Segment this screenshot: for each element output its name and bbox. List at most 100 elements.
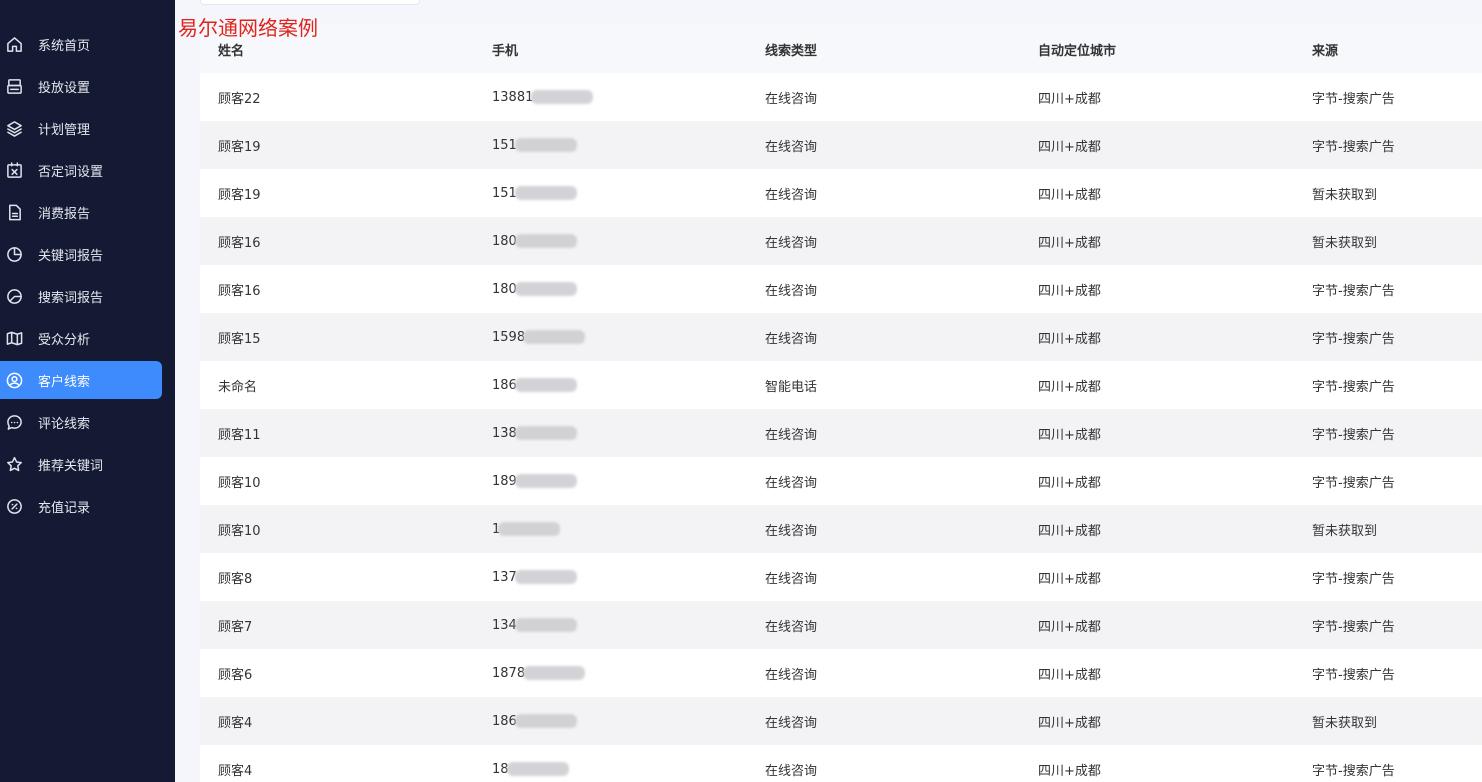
table-row[interactable]: 顾客15 1598 在线咨询 四川+成都 字节-搜索广告: [200, 313, 1482, 362]
phone-redaction-blur: [514, 570, 577, 584]
table-row[interactable]: 顾客11 138 在线咨询 四川+成都 字节-搜索广告: [200, 409, 1482, 458]
table-row[interactable]: 未命名 186 智能电话 四川+成都 字节-搜索广告: [200, 361, 1482, 410]
cell-phone: 180: [492, 217, 577, 265]
phone-redaction-blur: [514, 234, 577, 248]
sidebar-item-plan-management[interactable]: 计划管理: [0, 109, 162, 147]
phone-text: 180: [492, 281, 517, 297]
sidebar-item-label: 受众分析: [38, 332, 91, 348]
cell-phone: 1598: [492, 313, 586, 361]
table-row[interactable]: 顾客16 180 在线咨询 四川+成都 暂未获取到: [200, 217, 1482, 266]
map-icon: [5, 329, 23, 347]
home-icon: [5, 35, 23, 53]
sidebar-item-label: 客户线索: [38, 374, 91, 390]
cell-city: 四川+成都: [1038, 91, 1101, 107]
cell-source: 暂未获取到: [1312, 523, 1378, 539]
cell-lead-type: 在线咨询: [765, 283, 818, 299]
phone-redaction-blur: [514, 378, 577, 392]
cell-city: 四川+成都: [1038, 139, 1101, 155]
cell-phone: 134: [492, 601, 577, 649]
cell-phone: 151: [492, 121, 577, 169]
cell-name: 顾客10: [218, 523, 261, 539]
cell-lead-type: 在线咨询: [765, 91, 818, 107]
phone-redaction-blur: [506, 762, 569, 776]
sidebar-item-negative-words[interactable]: 否定词设置: [0, 151, 162, 189]
cell-source: 字节-搜索广告: [1312, 763, 1395, 779]
cell-name: 顾客19: [218, 139, 261, 155]
table-row[interactable]: 顾客7 134 在线咨询 四川+成都 字节-搜索广告: [200, 601, 1482, 650]
cell-source: 字节-搜索广告: [1312, 139, 1395, 155]
cell-source: 暂未获取到: [1312, 187, 1378, 203]
sidebar-item-delivery-settings[interactable]: 投放设置: [0, 67, 162, 105]
cell-name: 顾客22: [218, 91, 261, 107]
cell-source: 字节-搜索广告: [1312, 379, 1395, 395]
sidebar-item-label: 搜索词报告: [38, 290, 104, 306]
cell-name: 顾客11: [218, 427, 261, 443]
sidebar-item-customer-leads[interactable]: 客户线索: [0, 361, 162, 399]
layers-icon: [5, 119, 23, 137]
search-input[interactable]: [200, 0, 420, 5]
table-row[interactable]: 顾客22 13881 在线咨询 四川+成都 字节-搜索广告: [200, 73, 1482, 122]
phone-redaction-blur: [514, 714, 577, 728]
sidebar-item-comment-leads[interactable]: 评论线索: [0, 403, 162, 441]
cell-name: 顾客4: [218, 763, 253, 779]
header-city[interactable]: 自动定位城市: [1038, 25, 1116, 73]
cell-name: 顾客4: [218, 715, 253, 731]
sidebar-item-spend-report[interactable]: 消费报告: [0, 193, 162, 231]
cell-name: 顾客10: [218, 475, 261, 491]
cell-lead-type: 在线咨询: [765, 571, 818, 587]
cell-phone: 151: [492, 169, 577, 217]
cell-lead-type: 在线咨询: [765, 139, 818, 155]
table-row[interactable]: 顾客19 151 在线咨询 四川+成都 字节-搜索广告: [200, 121, 1482, 170]
sidebar-item-keyword-report[interactable]: 关键词报告: [0, 235, 162, 273]
cell-lead-type: 在线咨询: [765, 475, 818, 491]
phone-redaction-blur: [514, 282, 577, 296]
table-row[interactable]: 顾客10 1 在线咨询 四川+成都 暂未获取到: [200, 505, 1482, 554]
header-source[interactable]: 来源: [1312, 25, 1338, 73]
cell-city: 四川+成都: [1038, 715, 1101, 731]
calendar-x-icon: [5, 161, 23, 179]
sidebar-item-recharge-records[interactable]: 充值记录: [0, 487, 162, 525]
table-row[interactable]: 顾客6 1878 在线咨询 四川+成都 字节-搜索广告: [200, 649, 1482, 698]
phone-redaction-blur: [523, 666, 586, 680]
sidebar-item-search-term-report[interactable]: 搜索词报告: [0, 277, 162, 315]
cell-phone: 189: [492, 457, 577, 505]
header-lead-type[interactable]: 线索类型: [765, 25, 817, 73]
cell-city: 四川+成都: [1038, 283, 1101, 299]
table-row[interactable]: 顾客19 151 在线咨询 四川+成都 暂未获取到: [200, 169, 1482, 218]
table-row[interactable]: 顾客4 186 在线咨询 四川+成都 暂未获取到: [200, 697, 1482, 746]
cell-city: 四川+成都: [1038, 619, 1101, 635]
sidebar-item-label: 系统首页: [38, 38, 91, 54]
table-row[interactable]: 顾客16 180 在线咨询 四川+成都 字节-搜索广告: [200, 265, 1482, 314]
cell-name: 顾客15: [218, 331, 261, 347]
sidebar-item-recommended-keywords[interactable]: 推荐关键词: [0, 445, 162, 483]
sidebar-item-label: 推荐关键词: [38, 458, 104, 474]
phone-text: 1878: [492, 665, 526, 681]
pie-chart-icon: [5, 245, 23, 263]
cell-name: 顾客16: [218, 283, 261, 299]
cell-lead-type: 在线咨询: [765, 427, 818, 443]
phone-redaction-blur: [514, 426, 577, 440]
comment-icon: [5, 413, 23, 431]
phone-redaction-blur: [498, 522, 561, 536]
cell-name: 顾客16: [218, 235, 261, 251]
sidebar-item-label: 评论线索: [38, 416, 91, 432]
sidebar-item-home[interactable]: 系统首页: [0, 25, 162, 63]
cell-name: 顾客19: [218, 187, 261, 203]
phone-text: 134: [492, 617, 517, 633]
cell-lead-type: 在线咨询: [765, 235, 818, 251]
table-row[interactable]: 顾客8 137 在线咨询 四川+成都 字节-搜索广告: [200, 553, 1482, 602]
cell-name: 顾客8: [218, 571, 253, 587]
cell-city: 四川+成都: [1038, 763, 1101, 779]
watermark: 易尔通网络案例: [178, 16, 318, 40]
sidebar-item-audience-analysis[interactable]: 受众分析: [0, 319, 162, 357]
phone-text: 189: [492, 473, 517, 489]
header-phone[interactable]: 手机: [492, 25, 518, 73]
cell-phone: 138: [492, 409, 577, 457]
table-row[interactable]: 顾客4 18 在线咨询 四川+成都 字节-搜索广告: [200, 745, 1482, 782]
cell-source: 字节-搜索广告: [1312, 475, 1395, 491]
phone-text: 151: [492, 185, 517, 201]
table-row[interactable]: 顾客10 189 在线咨询 四川+成都 字节-搜索广告: [200, 457, 1482, 506]
cell-phone: 137: [492, 553, 577, 601]
cell-source: 暂未获取到: [1312, 235, 1378, 251]
cell-lead-type: 在线咨询: [765, 619, 818, 635]
